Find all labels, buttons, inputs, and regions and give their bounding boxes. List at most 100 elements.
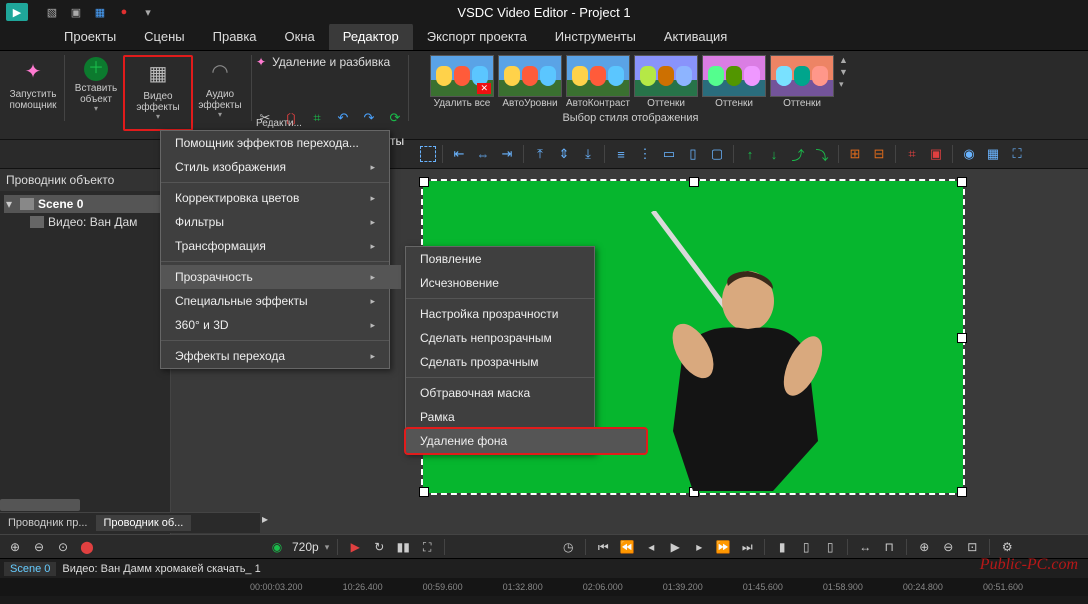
arrow-up-icon[interactable]: ↑ (740, 144, 760, 164)
crop-icon[interactable]: ⌗ (308, 109, 326, 127)
rotate-ccw-icon[interactable]: ↶ (334, 109, 352, 127)
tab-project-explorer[interactable]: Проводник пр... (0, 515, 96, 531)
wand-small-icon[interactable]: ✦ (256, 55, 266, 69)
ctx-color-correction[interactable]: Корректировка цветов▸ (161, 186, 401, 210)
style-autolevels[interactable]: АвтоУровни (497, 55, 563, 110)
go-start-icon[interactable]: ⏮ (594, 538, 612, 556)
resolution-label[interactable]: 720p (292, 540, 319, 554)
align-left-icon[interactable]: ⇤ (449, 144, 469, 164)
resize-handle[interactable] (419, 177, 429, 187)
resize-handle[interactable] (957, 487, 967, 497)
style-up-icon[interactable]: ▲ (839, 55, 848, 65)
settings-icon[interactable]: ⚙ (998, 538, 1016, 556)
ctx-transition-wizard[interactable]: Помощник эффектов перехода... (161, 131, 401, 155)
style-delete-all[interactable]: ✕Удалить все (429, 55, 495, 110)
timeline-ruler[interactable]: 00:00:03.200 10:26.400 00:59.600 01:32.8… (0, 578, 1088, 596)
sub-fade-out[interactable]: Исчезновение (406, 271, 646, 295)
same-width-icon[interactable]: ▭ (659, 144, 679, 164)
split-icon[interactable]: ▮ (773, 538, 791, 556)
dist-v-icon[interactable]: ⋮ (635, 144, 655, 164)
run-wizard-button[interactable]: ✦ Запустить помощник (6, 55, 60, 127)
ctx-transformation[interactable]: Трансформация▸ (161, 234, 401, 258)
menu-activation[interactable]: Активация (650, 23, 741, 50)
timeline-clip-name[interactable]: Видео: Ван Дамм хромакей скачать_ 1 (62, 563, 260, 575)
sub-clipping-mask[interactable]: Обтравочная маска (406, 381, 646, 405)
arrow-down-icon[interactable]: ↓ (764, 144, 784, 164)
arrow-top-icon[interactable]: ⤴ (788, 144, 808, 164)
same-height-icon[interactable]: ▯ (683, 144, 703, 164)
range-icon[interactable]: ▮▮ (394, 538, 412, 556)
style-hue-2[interactable]: Оттенки (701, 55, 767, 110)
align-top-icon[interactable]: ⤒ (530, 144, 550, 164)
tree-scene-row[interactable]: ▾ Scene 0 (4, 195, 166, 213)
next-frame-icon[interactable]: ▸ (690, 538, 708, 556)
insert-object-button[interactable]: ＋ Вставить объект ▾ (69, 55, 123, 127)
resize-handle[interactable] (689, 177, 699, 187)
expand-icon[interactable]: ⛶ (1007, 144, 1027, 164)
clock-icon[interactable]: ◷ (559, 538, 577, 556)
fullscreen-icon[interactable]: ⛶ (418, 538, 436, 556)
dist-h-icon[interactable]: ≡ (611, 144, 631, 164)
ctx-image-style[interactable]: Стиль изображения▸ (161, 155, 401, 179)
new-icon[interactable]: ▧ (44, 4, 60, 20)
ctx-transition-fx[interactable]: Эффекты перехода▸ (161, 344, 401, 368)
menu-tools[interactable]: Инструменты (541, 23, 650, 50)
style-expand-icon[interactable]: ▾ (839, 79, 848, 90)
cut-right-icon[interactable]: ▯ (821, 538, 839, 556)
tl-zoom-out-icon[interactable]: ⊖ (939, 538, 957, 556)
go-end-icon[interactable]: ⏭ (738, 538, 756, 556)
select-tool-icon[interactable] (420, 146, 436, 162)
align-middle-icon[interactable]: ⇕ (554, 144, 574, 164)
refresh-icon[interactable]: ⟳ (386, 109, 404, 127)
sub-frame[interactable]: Рамка (406, 405, 646, 429)
menu-scenes[interactable]: Сцены (130, 23, 198, 50)
style-autocontrast[interactable]: АвтоКонтраст (565, 55, 631, 110)
timeline-scene-tab[interactable]: Scene 0 (4, 562, 56, 576)
menu-projects[interactable]: Проекты (50, 23, 130, 50)
grid-icon[interactable]: ▦ (983, 144, 1003, 164)
resize-handle[interactable] (957, 177, 967, 187)
menu-windows[interactable]: Окна (271, 23, 329, 50)
tab-object-explorer[interactable]: Проводник об... (96, 515, 192, 531)
save-icon[interactable]: ▦ (92, 4, 108, 20)
marker-icon[interactable]: ⬤ (78, 538, 96, 556)
sub-make-transparent[interactable]: Сделать прозрачным (406, 350, 646, 374)
ctx-special-fx[interactable]: Специальные эффекты▸ (161, 289, 401, 313)
style-hue-1[interactable]: Оттенки (633, 55, 699, 110)
menu-edit[interactable]: Правка (199, 23, 271, 50)
align-right-icon[interactable]: ⇥ (497, 144, 517, 164)
prev-frame-icon[interactable]: ◂ (642, 538, 660, 556)
same-size-icon[interactable]: ▢ (707, 144, 727, 164)
play-icon[interactable]: ▶ (346, 538, 364, 556)
crop-tool-icon[interactable]: ⌗ (902, 144, 922, 164)
zoom-out-icon[interactable]: ⊖ (30, 538, 48, 556)
sub-fade-in[interactable]: Появление (406, 247, 646, 271)
zoom-fit-icon[interactable]: ⊙ (54, 538, 72, 556)
loop-icon[interactable]: ↻ (370, 538, 388, 556)
explorer-scrollbar[interactable] (0, 498, 170, 512)
arrow-bottom-icon[interactable]: ⤵ (812, 144, 832, 164)
tree-video-row[interactable]: Видео: Ван Дам (4, 213, 166, 231)
ungroup-icon[interactable]: ⊟ (869, 144, 889, 164)
fit-icon[interactable]: ▣ (926, 144, 946, 164)
sub-make-opaque[interactable]: Сделать непрозрачным (406, 326, 646, 350)
align-center-h-icon[interactable]: ⇔ (473, 144, 493, 164)
menu-editor[interactable]: Редактор (329, 23, 413, 50)
rewind-icon[interactable]: ⏪ (618, 538, 636, 556)
ctx-360-3d[interactable]: 360° и 3D▸ (161, 313, 401, 337)
menu-export[interactable]: Экспорт проекта (413, 23, 541, 50)
resize-handle[interactable] (419, 487, 429, 497)
align-bottom-icon[interactable]: ⤓ (578, 144, 598, 164)
style-hue-3[interactable]: Оттенки (769, 55, 835, 110)
collapse-icon[interactable]: ▾ (6, 197, 16, 211)
ctx-filters[interactable]: Фильтры▸ (161, 210, 401, 234)
record-icon[interactable]: ● (116, 4, 132, 20)
play2-icon[interactable]: ▶ (666, 538, 684, 556)
zoom-in-icon[interactable]: ⊕ (6, 538, 24, 556)
sub-background-remover[interactable]: Удаление фона (406, 429, 646, 453)
tl-zoom-in-icon[interactable]: ⊕ (915, 538, 933, 556)
sub-opacity-settings[interactable]: Настройка прозрачности (406, 302, 646, 326)
rotate-cw-icon[interactable]: ↷ (360, 109, 378, 127)
video-effects-button[interactable]: ▦ Видео эффекты ▾ (123, 55, 193, 131)
eye-icon[interactable]: ◉ (959, 144, 979, 164)
